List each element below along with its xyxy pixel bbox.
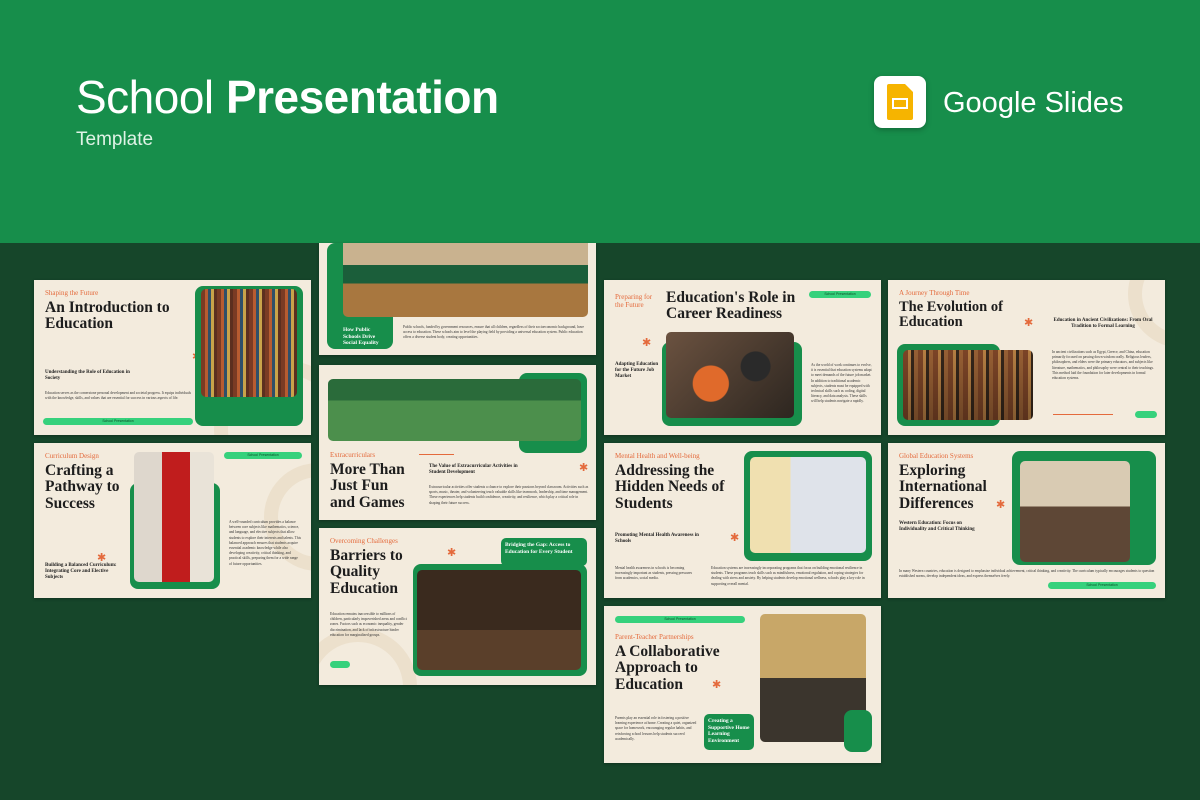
slide-body: Parents play an essential role in foster… [615,716,697,741]
asterisk-icon: ✱ [730,532,740,544]
slide-subheading: Building a Balanced Curriculum: Integrat… [45,563,117,580]
slide-title: Education's Role in Career Readiness [666,289,796,323]
slide-career[interactable]: Preparing for the Future Education's Rol… [604,280,881,435]
slide-pill: School Presentation [615,616,745,623]
slide-body: Education serves as the cornerstone pers… [45,391,192,401]
slide-kicker: Curriculum Design [45,452,99,460]
slide-kicker: Global Education Systems [899,452,974,460]
slide-kicker: Preparing for the Future [615,293,653,310]
slide-subheading: The Value of Extracurricular Activities … [429,464,518,475]
slide-barriers[interactable]: Overcoming Challenges Barriers to Qualit… [319,528,596,685]
slide-title: The Evolution of Education [899,299,1003,331]
slide-body: Extracurricular activities offer student… [429,485,589,505]
slide-evolution[interactable]: A Journey Through Time The Evolution of … [888,280,1165,435]
slide-kicker: Mental Health and Well-being [615,452,700,460]
photo-frame-corner [844,710,872,752]
photo-students-workshop [666,332,794,418]
slide-body: In many Western countries, education is … [899,569,1155,579]
slide-curriculum[interactable]: Curriculum Design Crafting a Pathway to … [34,443,311,598]
asterisk-icon: ✱ [642,337,652,349]
divider-line [1053,414,1113,415]
caption-box: Bridging the Gap: Access to Education fo… [501,538,587,566]
slide-title: Exploring International Differences [899,462,987,512]
slide-body: Education remains inaccessible to millio… [330,612,407,637]
photo-old-classroom [1020,461,1130,562]
slide-body-right: Education systems are increasingly incor… [711,566,865,586]
slide-kicker: Extracurriculars [330,451,376,459]
slide-title: Barriers to Quality Education [330,547,403,597]
slide-body-left: Mental health awareness in schools is be… [615,566,693,581]
divider-line [419,454,454,455]
slide-title: Crafting a Pathway to Success [45,462,120,512]
slide-pill: School Presentation [224,452,302,459]
asterisk-icon: ✱ [579,462,589,474]
slide-kicker: Overcoming Challenges [330,537,398,545]
photo-student-studying [750,457,866,553]
action-pill[interactable] [1135,411,1157,418]
header-banner: School Presentation Template Google Slid… [0,0,1200,243]
photo-classroom [343,243,588,317]
caption-box: Creating a Supportive Home Learning Envi… [704,714,754,750]
title-bold: Presentation [225,71,499,123]
slide-pill: School Presentation [1048,582,1156,589]
photo-kids-playing [328,379,581,441]
platform-label: Google Slides [943,87,1124,119]
slide-kicker: A Journey Through Time [899,289,970,297]
slide-subheading: Understanding the Role of Education in S… [45,370,130,381]
slide-intro[interactable]: Shaping the Future An Introduction to Ed… [34,280,311,435]
google-slides-icon [874,76,926,128]
slide-subheading: Education in Ancient Civilizations: From… [1053,318,1153,329]
slide-extracurriculars[interactable]: Extracurriculars More Than Just Fun and … [319,365,596,520]
slide-body: In ancient civilizations such as Egypt, … [1052,350,1154,381]
slide-kicker: Shaping the Future [45,289,99,297]
page-subtitle: Template [76,129,154,150]
title-light: School [76,71,214,123]
slide-body: As the world of work continues to evolve… [811,363,872,404]
slide-title: Addressing the Hidden Needs of Students [615,462,725,512]
slide-pill: School Presentation [43,418,193,425]
caption-box: How Public Schools Drive Social Equality [343,327,379,347]
action-pill[interactable] [330,661,350,668]
photo-reading-room [903,350,1033,420]
asterisk-icon: ✱ [1024,317,1034,329]
slide-parent-teacher[interactable]: School Presentation Parent-Teacher Partn… [604,606,881,763]
slide-title: An Introduction to Education [45,299,170,333]
slide-pill: School Presentation [809,291,871,298]
photo-bookshelf [201,289,297,397]
asterisk-icon: ✱ [447,547,457,559]
slide-subheading: Western Education: Focus on Individualit… [899,521,975,532]
photo-library [417,570,581,670]
slide-body: A well-rounded curriculum provides a bal… [229,520,301,566]
slide-subheading: Adapting Education for the Future Job Ma… [615,362,659,379]
slide-mental-health[interactable]: Mental Health and Well-being Addressing … [604,443,881,598]
slide-title: More Than Just Fun and Games [330,461,405,511]
asterisk-icon: ✱ [996,499,1006,511]
slide-public-schools[interactable]: How Public Schools Drive Social Equality… [319,243,596,355]
slide-global[interactable]: Global Education Systems Exploring Inter… [888,443,1165,598]
page-title: School Presentation [76,70,499,124]
photo-writing-hand [134,452,214,582]
slide-subheading: Promoting Mental Health Awareness in Sch… [615,533,699,544]
slide-kicker: Parent-Teacher Partnerships [615,633,694,641]
asterisk-icon: ✱ [712,679,722,691]
slide-body: Public schools, funded by government res… [403,325,584,340]
